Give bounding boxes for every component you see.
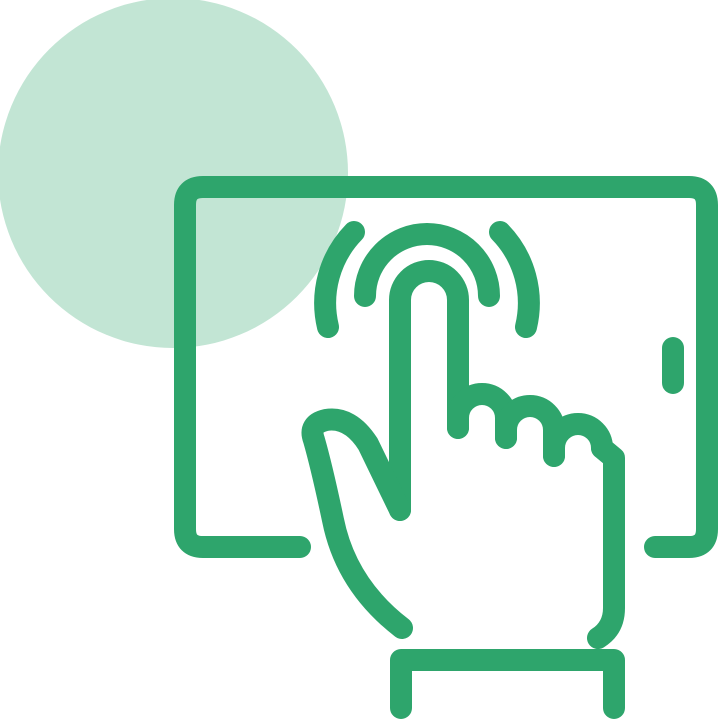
tap-touchscreen-icon — [0, 0, 718, 719]
hand-back-edge — [587, 437, 625, 649]
touch-tablet-illustration — [0, 0, 719, 721]
thumb-and-palm — [301, 408, 413, 639]
sleeve-cuff — [390, 649, 625, 719]
index-finger — [389, 260, 469, 521]
